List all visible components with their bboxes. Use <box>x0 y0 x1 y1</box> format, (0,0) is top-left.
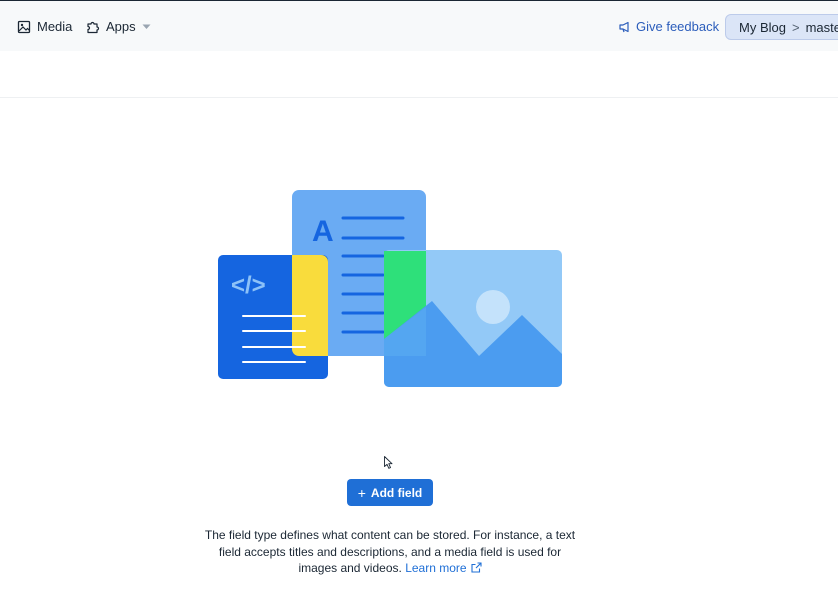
puzzle-icon <box>86 20 100 34</box>
media-label: Media <box>37 19 73 34</box>
megaphone-icon <box>618 20 632 34</box>
image-icon <box>17 20 31 34</box>
content-types-illustration: A </> <box>217 189 563 389</box>
add-field-label: Add field <box>370 485 423 500</box>
media-nav-item[interactable]: Media <box>17 1 72 52</box>
space-name: My Blog <box>739 19 786 35</box>
top-navigation-bar: Media Apps Give feedback My Blog > maste… <box>0 0 838 51</box>
sub-toolbar <box>0 51 838 98</box>
space-environment-switcher[interactable]: My Blog > master <box>725 14 838 40</box>
chevron-down-icon <box>142 24 151 30</box>
mouse-pointer-icon <box>384 456 393 474</box>
apps-nav-item[interactable]: Apps <box>86 1 151 52</box>
breadcrumb-separator: > <box>791 19 800 35</box>
add-field-button[interactable]: + Add field <box>347 479 433 506</box>
give-feedback-link[interactable]: Give feedback <box>618 1 719 52</box>
description-text: The field type defines what content can … <box>204 528 576 575</box>
external-link-icon <box>471 561 482 578</box>
apps-label: Apps <box>106 19 136 34</box>
code-glyph: </> <box>231 272 266 299</box>
give-feedback-label: Give feedback <box>636 19 720 34</box>
field-type-description: The field type defines what content can … <box>200 527 580 578</box>
plus-icon: + <box>357 484 366 501</box>
document-letter-glyph: A <box>312 215 334 248</box>
environment-name: master <box>805 19 838 35</box>
learn-more-link[interactable]: Learn more <box>405 561 466 575</box>
